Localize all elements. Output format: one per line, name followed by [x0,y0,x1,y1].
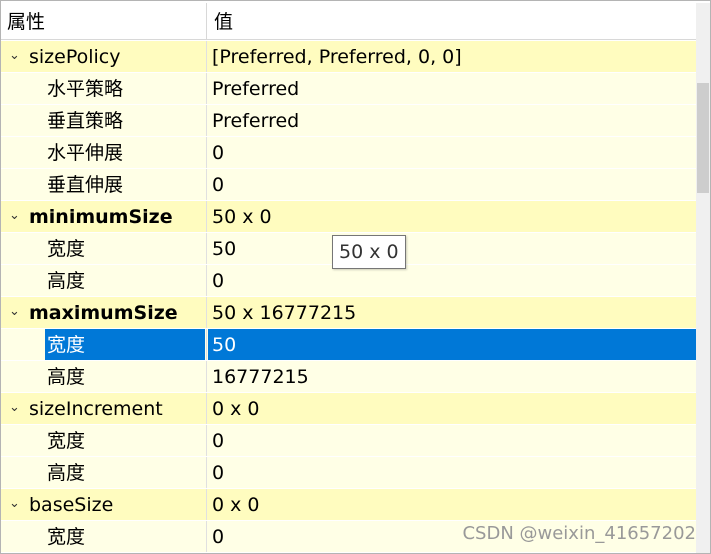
property-name: 宽度 [47,238,86,260]
property-value[interactable]: 0 [208,265,698,296]
property-group-row[interactable]: ⌄ sizePolicy [Preferred, Preferred, 0, 0] [1,41,698,73]
property-name-cell[interactable]: 水平伸展 [1,137,207,168]
property-value[interactable]: [Preferred, Preferred, 0, 0] [208,41,698,72]
property-name-cell[interactable]: 高度 [1,457,207,488]
property-name-cell[interactable]: ⌄ minimumSize [1,201,207,232]
property-name: minimumSize [29,206,173,228]
chevron-down-icon[interactable]: ⌄ [9,41,23,72]
vertical-scrollbar[interactable] [696,3,710,553]
property-name-cell[interactable]: ⌄ baseSize [1,489,207,520]
property-column-header[interactable]: 属性 [1,3,207,39]
property-value[interactable]: 50 [208,329,698,360]
table-header: 属性 值 [1,3,698,40]
property-name-cell[interactable]: 宽度 [1,233,207,264]
property-row[interactable]: 宽度 0 [1,425,698,457]
scrollbar-thumb[interactable] [697,83,709,193]
property-value[interactable]: 0 x 0 [208,489,698,520]
property-value[interactable]: 50 [208,233,698,264]
property-value[interactable]: 16777215 [208,361,698,392]
property-row[interactable]: 宽度 50 [1,329,698,361]
property-value[interactable]: 50 x 16777215 [208,297,698,328]
chevron-down-icon[interactable]: ⌄ [9,201,23,232]
property-name: 宽度 [47,526,86,548]
property-row[interactable]: 水平伸展 0 [1,137,698,169]
property-row[interactable]: 高度 16777215 [1,361,698,393]
property-value[interactable]: 0 x 0 [208,393,698,424]
property-value[interactable]: 0 [208,457,698,488]
value-column-header[interactable]: 值 [208,3,698,39]
property-name: 水平伸展 [47,142,124,164]
property-name: 垂直策略 [47,110,124,132]
property-name: sizeIncrement [29,398,163,420]
property-name-cell[interactable]: 宽度 [1,329,207,360]
chevron-down-icon[interactable]: ⌄ [9,297,23,328]
property-value[interactable]: 50 x 0 [208,201,698,232]
property-name-cell[interactable]: 高度 [1,361,207,392]
property-row[interactable]: 水平策略 Preferred [1,73,698,105]
property-name-cell[interactable]: ⌄ maximumSize [1,297,207,328]
property-group-row[interactable]: ⌄ sizeIncrement 0 x 0 [1,393,698,425]
property-group-row[interactable]: ⌄ maximumSize 50 x 16777215 [1,297,698,329]
property-row[interactable]: 垂直伸展 0 [1,169,698,201]
property-name-cell[interactable]: 垂直伸展 [1,169,207,200]
property-name-cell[interactable]: ⌄ sizePolicy [1,41,207,72]
property-name-cell[interactable]: 宽度 [1,521,207,552]
chevron-down-icon[interactable]: ⌄ [9,489,23,520]
property-row[interactable]: 垂直策略 Preferred [1,105,698,137]
property-name-cell[interactable]: 水平策略 [1,73,207,104]
property-name: 高度 [47,462,86,484]
property-row[interactable]: 高度 0 [1,265,698,297]
property-value[interactable]: 0 [208,169,698,200]
property-value[interactable]: 0 [208,425,698,456]
tooltip: 50 x 0 [332,235,406,269]
property-name: maximumSize [29,302,178,324]
property-group-row[interactable]: ⌄ minimumSize 50 x 0 [1,201,698,233]
property-name: 高度 [47,366,86,388]
property-name: 垂直伸展 [47,174,124,196]
property-rows: ⌄ sizePolicy [Preferred, Preferred, 0, 0] 水… [1,41,698,553]
property-name-cell[interactable]: 宽度 [1,425,207,456]
property-value[interactable]: Preferred [208,73,698,104]
watermark: CSDN @weixin_41657202 [462,523,696,544]
property-name: 水平策略 [47,78,124,100]
property-name: 高度 [47,270,86,292]
chevron-down-icon[interactable]: ⌄ [9,393,23,424]
property-row[interactable]: 高度 0 [1,457,698,489]
property-name: 宽度 [45,329,205,360]
property-name-cell[interactable]: 高度 [1,265,207,296]
property-value[interactable]: 0 [208,137,698,168]
property-value[interactable]: Preferred [208,105,698,136]
property-group-row[interactable]: ⌄ baseSize 0 x 0 [1,489,698,521]
property-name-cell[interactable]: 垂直策略 [1,105,207,136]
property-name: 宽度 [47,430,86,452]
property-name-cell[interactable]: ⌄ sizeIncrement [1,393,207,424]
property-editor: 属性 值 ⌄ sizePolicy [Preferred, Preferred, 0… [0,0,711,554]
